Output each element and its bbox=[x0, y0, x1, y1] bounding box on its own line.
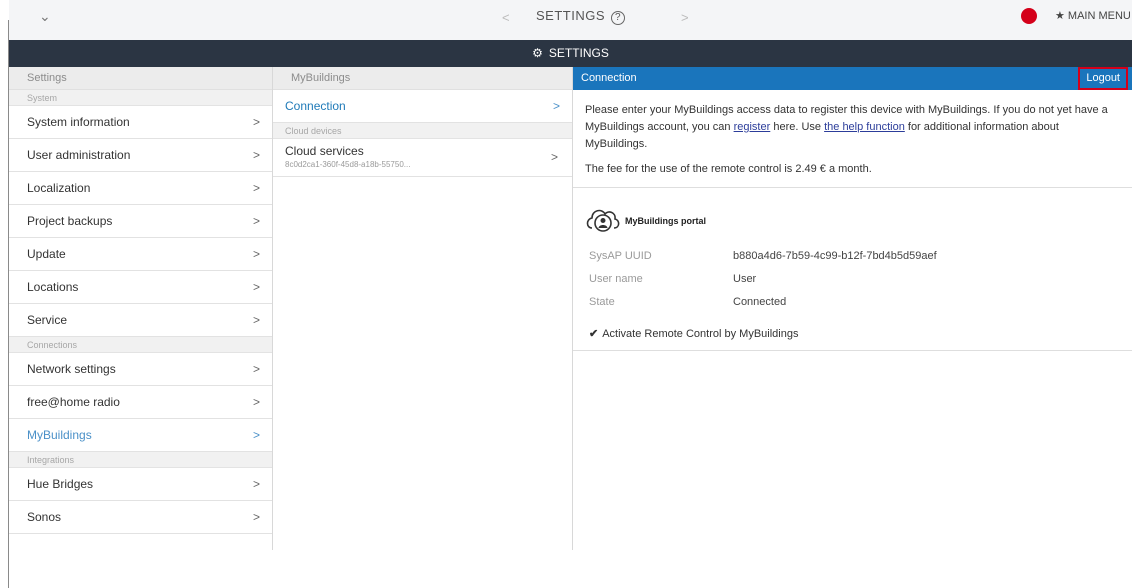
checkbox-check-icon[interactable]: ✔ bbox=[589, 328, 598, 340]
chevron-right-icon: > bbox=[252, 280, 260, 294]
chevron-right-icon: > bbox=[252, 313, 260, 327]
field-key: SysAP UUID bbox=[589, 250, 652, 262]
menu-item-network-settings[interactable]: Network settings > bbox=[9, 353, 272, 386]
menu-item-label: Network settings bbox=[27, 362, 116, 376]
chevron-right-icon: > bbox=[550, 150, 558, 164]
menu-item-localization[interactable]: Localization > bbox=[9, 172, 272, 205]
menu-item-label: Connection bbox=[285, 99, 346, 113]
field-user-name: User name User bbox=[573, 273, 1132, 296]
menu-item-cloud-services[interactable]: Cloud services 8c0d2ca1-360f-45d8-a18b-5… bbox=[273, 139, 572, 177]
section-system: System bbox=[9, 90, 272, 106]
cloud-services-name: Cloud services bbox=[285, 144, 364, 158]
connection-heading: Connection Logout bbox=[573, 67, 1132, 90]
menu-item-project-backups[interactable]: Project backups > bbox=[9, 205, 272, 238]
chevron-right-icon: > bbox=[252, 510, 260, 524]
menu-item-label: Hue Bridges bbox=[27, 477, 94, 491]
menu-item-label: MyBuildings bbox=[27, 428, 92, 442]
chevron-right-icon: > bbox=[252, 214, 260, 228]
menu-item-label: Project backups bbox=[27, 214, 113, 228]
chevron-right-icon: > bbox=[252, 115, 260, 129]
menu-item-label: Localization bbox=[27, 181, 91, 195]
connection-detail-column: Connection Logout Please enter your MyBu… bbox=[573, 67, 1132, 550]
menu-item-mybuildings[interactable]: MyBuildings > bbox=[9, 419, 272, 452]
remote-control-checkbox-row[interactable]: ✔ Activate Remote Control by MyBuildings bbox=[573, 319, 1132, 351]
intro-text: Please enter your MyBuildings access dat… bbox=[573, 90, 1132, 153]
prev-arrow-icon[interactable]: < bbox=[502, 10, 510, 25]
menu-item-user-administration[interactable]: User administration > bbox=[9, 139, 272, 172]
menu-item-service[interactable]: Service > bbox=[9, 304, 272, 337]
alert-badge-icon[interactable] bbox=[1021, 8, 1037, 24]
field-state: State Connected bbox=[573, 296, 1132, 319]
next-arrow-icon[interactable]: > bbox=[681, 10, 689, 25]
menu-item-label: Service bbox=[27, 313, 68, 327]
intro-text-part-2: here. Use bbox=[770, 121, 825, 133]
chevron-right-icon: > bbox=[252, 247, 260, 261]
chevron-right-icon: > bbox=[252, 395, 260, 409]
field-value: User bbox=[733, 273, 757, 285]
chevron-right-icon: > bbox=[252, 477, 260, 491]
menu-item-label: Locations bbox=[27, 280, 79, 294]
main-menu-button[interactable]: ★ MAIN MENU bbox=[1055, 9, 1131, 22]
menu-item-freehome-radio[interactable]: free@home radio > bbox=[9, 386, 272, 419]
menu-item-system-information[interactable]: System information > bbox=[9, 106, 272, 139]
portal-logo-block: MyBuildings portal bbox=[573, 188, 1132, 250]
connection-heading-label: Connection bbox=[581, 72, 637, 84]
cloud-user-icon bbox=[586, 209, 620, 232]
collapse-chevron-icon[interactable]: ⌄ bbox=[39, 8, 51, 25]
portal-label: MyBuildings portal bbox=[625, 216, 706, 226]
chevron-right-icon: > bbox=[252, 181, 260, 195]
page-title: SETTINGS? bbox=[536, 8, 626, 25]
field-key: State bbox=[589, 296, 615, 308]
menu-item-label: System information bbox=[27, 115, 130, 129]
field-sysap-uuid: SysAP UUID b880a4d6-7b59-4c99-b12f-7bd4b5… bbox=[573, 250, 1132, 273]
section-cloud-devices: Cloud devices bbox=[273, 123, 572, 139]
mybuildings-column: MyBuildings Connection > Cloud devices Cl… bbox=[273, 67, 573, 550]
menu-item-sonos[interactable]: Sonos > bbox=[9, 501, 272, 534]
menu-item-locations[interactable]: Locations > bbox=[9, 271, 272, 304]
menu-item-label: Update bbox=[27, 247, 66, 261]
chevron-right-icon: > bbox=[252, 148, 260, 162]
settings-column-heading: Settings bbox=[9, 67, 272, 90]
help-icon[interactable]: ? bbox=[611, 11, 626, 25]
register-link[interactable]: register bbox=[734, 121, 771, 133]
help-function-link[interactable]: the help function bbox=[824, 121, 905, 133]
cloud-services-id: 8c0d2ca1-360f-45d8-a18b-55750... bbox=[285, 160, 411, 169]
menu-item-label: User administration bbox=[27, 148, 131, 162]
chevron-right-icon: > bbox=[252, 362, 260, 376]
gear-icon: ⚙ bbox=[532, 46, 543, 60]
menu-item-update[interactable]: Update > bbox=[9, 238, 272, 271]
chevron-right-icon: > bbox=[252, 428, 260, 442]
field-value: Connected bbox=[733, 296, 787, 308]
chevron-right-icon: > bbox=[552, 99, 560, 113]
menu-item-label: Sonos bbox=[27, 510, 62, 524]
mybuildings-column-heading: MyBuildings bbox=[273, 67, 572, 90]
menu-item-hue-bridges[interactable]: Hue Bridges > bbox=[9, 468, 272, 501]
menu-item-connection[interactable]: Connection > bbox=[273, 90, 572, 123]
menu-item-label: free@home radio bbox=[27, 395, 120, 409]
fee-text: The fee for the use of the remote contro… bbox=[573, 153, 1132, 188]
settings-header: ⚙ SETTINGS bbox=[9, 40, 1132, 67]
top-bar: ⌄ < SETTINGS? > ★ MAIN MENU bbox=[9, 0, 1132, 40]
checkbox-label: Activate Remote Control by MyBuildings bbox=[602, 328, 799, 340]
page-title-label: SETTINGS bbox=[536, 8, 606, 23]
settings-menu-column: Settings System System information > User… bbox=[9, 67, 273, 550]
section-connections: Connections bbox=[9, 337, 272, 353]
logout-button[interactable]: Logout bbox=[1078, 67, 1128, 90]
section-integrations: Integrations bbox=[9, 452, 272, 468]
field-key: User name bbox=[589, 273, 643, 285]
settings-header-title: SETTINGS bbox=[548, 46, 609, 60]
field-value: b880a4d6-7b59-4c99-b12f-7bd4b5d59aef bbox=[733, 250, 937, 262]
